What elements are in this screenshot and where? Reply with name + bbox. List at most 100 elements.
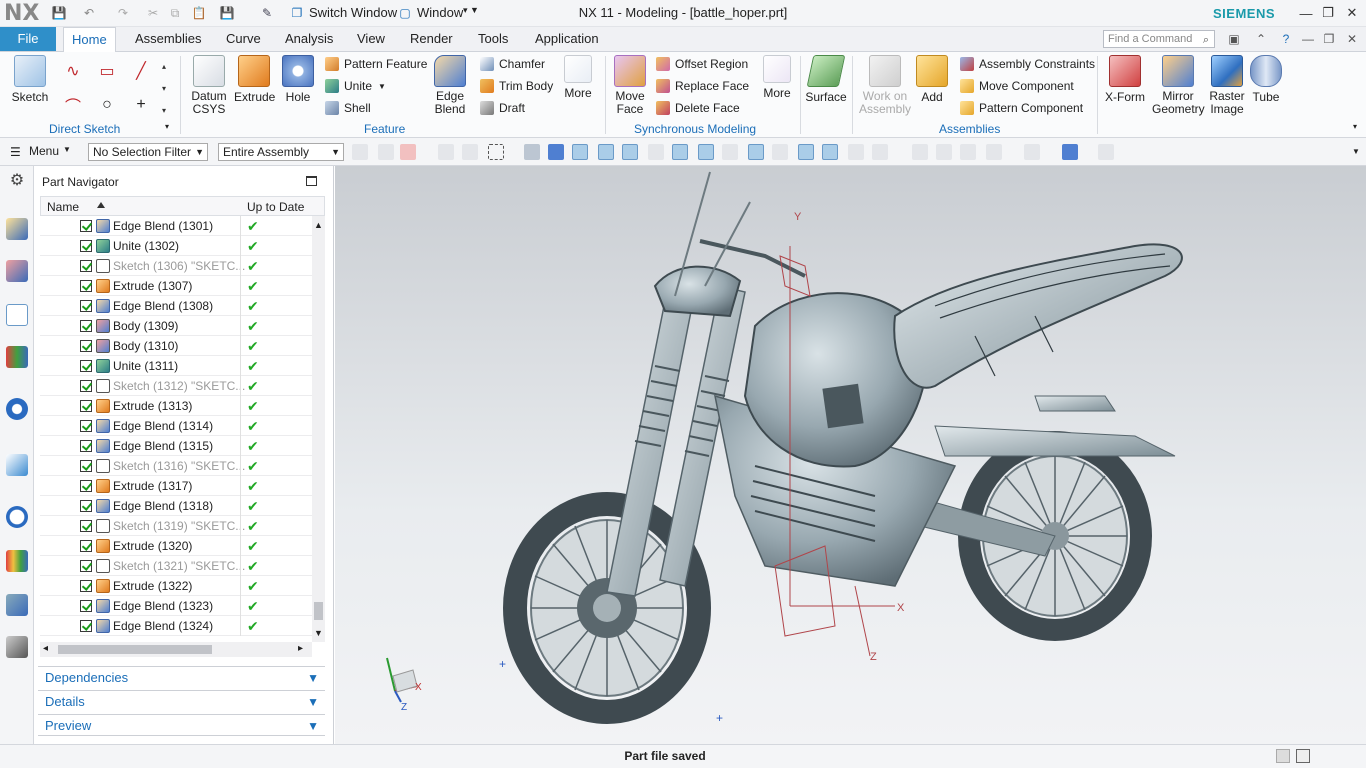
part-navigator-icon[interactable] <box>6 304 28 326</box>
shaded-icon[interactable] <box>1062 144 1078 160</box>
feature-row[interactable]: Body (1309) ✔ <box>40 316 312 336</box>
full-screen-icon[interactable] <box>1296 749 1310 763</box>
roles-icon[interactable] <box>6 636 28 658</box>
feature-row[interactable]: Sketch (1316) "SKETC... ✔ <box>40 456 312 476</box>
snap-intersection-icon[interactable] <box>798 144 814 160</box>
scrollbar-thumb[interactable] <box>314 602 323 620</box>
view-fit-icon[interactable] <box>912 144 928 160</box>
tab-home[interactable]: Home <box>63 27 116 52</box>
edge-blend-button[interactable]: Edge Blend <box>428 55 472 116</box>
copy-icon[interactable]: ⧉ <box>166 4 184 22</box>
settings-icon[interactable]: ⚙ <box>6 170 28 192</box>
sketch-button[interactable]: Sketch <box>6 55 54 104</box>
motorcycle-model[interactable]: Y X Z X Z + + <box>335 166 1366 744</box>
group-menu-icon[interactable]: ▾ <box>165 122 169 131</box>
feature-row[interactable]: Sketch (1306) "SKETC... ✔ <box>40 256 312 276</box>
feature-row[interactable]: Unite (1302) ✔ <box>40 236 312 256</box>
doc-restore-icon[interactable]: ❐ <box>1321 31 1337 47</box>
undo-icon[interactable]: ↶ <box>80 4 98 22</box>
circle-icon[interactable]: ○ <box>96 94 118 116</box>
selection-filter-select[interactable]: No Selection Filter ▼ <box>88 143 208 161</box>
save-all-icon[interactable]: 💾 <box>218 4 236 22</box>
visibility-checkbox[interactable] <box>80 560 92 572</box>
view-zoom-icon[interactable] <box>936 144 952 160</box>
work-on-assembly-button[interactable]: Work on Assembly <box>858 55 912 116</box>
sketch-gallery-scroll-icon[interactable]: ▴ ▾ ▾ <box>162 56 166 122</box>
window-dropdown-icon[interactable]: ▾ ▼ <box>463 5 479 16</box>
visibility-checkbox[interactable] <box>80 540 92 552</box>
sync-more-button[interactable]: More <box>758 55 796 100</box>
feature-row[interactable]: Edge Blend (1324) ✔ <box>40 616 312 636</box>
scrollbar-thumb[interactable] <box>58 645 212 654</box>
visibility-checkbox[interactable] <box>80 220 92 232</box>
visibility-checkbox[interactable] <box>80 600 92 612</box>
scroll-down-icon[interactable]: ▼ <box>314 628 323 638</box>
snap-toggle-icon[interactable] <box>622 144 638 160</box>
snap-toggle-icon[interactable] <box>698 144 714 160</box>
feature-row[interactable]: Sketch (1312) "SKETC... ✔ <box>40 376 312 396</box>
feature-row[interactable]: Extrude (1320) ✔ <box>40 536 312 556</box>
feature-more-button[interactable]: More <box>558 55 598 100</box>
move-component-button[interactable]: Move Component <box>960 79 1074 93</box>
unite-button[interactable]: Unite ▼ <box>325 79 386 93</box>
feature-row[interactable]: Sketch (1321) "SKETC... ✔ <box>40 556 312 576</box>
selection-tool-icon[interactable] <box>462 144 478 160</box>
status-icon[interactable] <box>1276 749 1290 763</box>
mirror-geometry-button[interactable]: Mirror Geometry <box>1152 55 1205 116</box>
feature-row[interactable]: Edge Blend (1315) ✔ <box>40 436 312 456</box>
feature-row[interactable]: Edge Blend (1308) ✔ <box>40 296 312 316</box>
trim-body-button[interactable]: Trim Body <box>480 79 553 93</box>
graphics-window[interactable]: Y X Z X Z + + <box>335 166 1366 744</box>
visibility-checkbox[interactable] <box>80 360 92 372</box>
select-face-icon[interactable] <box>524 144 540 160</box>
line-icon[interactable]: ╱ <box>130 60 152 82</box>
feature-row[interactable]: Edge Blend (1318) ✔ <box>40 496 312 516</box>
visibility-checkbox[interactable] <box>80 320 92 332</box>
snap-on-curve-icon[interactable] <box>822 144 838 160</box>
history-icon[interactable] <box>6 454 28 476</box>
delete-face-button[interactable]: Delete Face <box>656 101 740 115</box>
selection-tool-icon[interactable] <box>352 144 368 160</box>
feature-row[interactable]: Extrude (1322) ✔ <box>40 576 312 596</box>
menu-button[interactable]: Menu <box>29 144 59 158</box>
view-orient-icon[interactable] <box>986 144 1002 160</box>
show-hide-icon[interactable] <box>1098 144 1114 160</box>
draft-button[interactable]: Draft <box>480 101 525 115</box>
spline-icon[interactable]: ∿ <box>62 60 84 82</box>
switch-window-icon[interactable]: ❐ <box>288 4 306 22</box>
visibility-checkbox[interactable] <box>80 620 92 632</box>
snap-center-icon[interactable] <box>748 144 764 160</box>
tab-analysis[interactable]: Analysis <box>277 27 341 52</box>
snap-face-icon[interactable] <box>872 144 888 160</box>
maximize-icon[interactable] <box>306 176 317 186</box>
pattern-component-button[interactable]: Pattern Component <box>960 101 1083 115</box>
process-studio-icon[interactable] <box>6 594 28 616</box>
snap-point-icon[interactable] <box>848 144 864 160</box>
reuse-library-icon[interactable] <box>6 346 28 368</box>
feature-row[interactable]: Sketch (1319) "SKETC... ✔ <box>40 516 312 536</box>
doc-close-icon[interactable]: ✕ <box>1344 31 1360 47</box>
chamfer-button[interactable]: Chamfer <box>480 57 545 71</box>
visibility-checkbox[interactable] <box>80 400 92 412</box>
vertical-scrollbar[interactable]: ▲ ▼ <box>312 216 325 642</box>
dependencies-panel[interactable]: Dependencies ▼ <box>38 666 325 688</box>
tab-tools[interactable]: Tools <box>470 27 516 52</box>
restore-icon[interactable]: ❐ <box>1318 4 1338 22</box>
render-style-icon[interactable] <box>1024 144 1040 160</box>
assembly-navigator-icon[interactable] <box>6 218 28 240</box>
surface-button[interactable]: Surface <box>804 55 848 104</box>
rectangle-icon[interactable]: ▭ <box>96 60 118 82</box>
tab-view[interactable]: View <box>349 27 393 52</box>
point-icon[interactable]: + <box>130 94 152 116</box>
close-icon[interactable]: ✕ <box>1342 4 1362 22</box>
web-browser-icon[interactable] <box>6 398 28 420</box>
visibility-checkbox[interactable] <box>80 500 92 512</box>
snap-toggle-icon[interactable] <box>672 144 688 160</box>
selection-tool-icon[interactable] <box>378 144 394 160</box>
clock-icon[interactable] <box>6 506 28 528</box>
visibility-checkbox[interactable] <box>80 260 92 272</box>
shell-button[interactable]: Shell <box>325 101 371 115</box>
cut-icon[interactable]: ✂ <box>144 4 162 22</box>
ribbon-overflow-icon[interactable]: ▾ <box>1353 122 1357 131</box>
datum-csys-button[interactable]: Datum CSYS <box>186 55 232 116</box>
